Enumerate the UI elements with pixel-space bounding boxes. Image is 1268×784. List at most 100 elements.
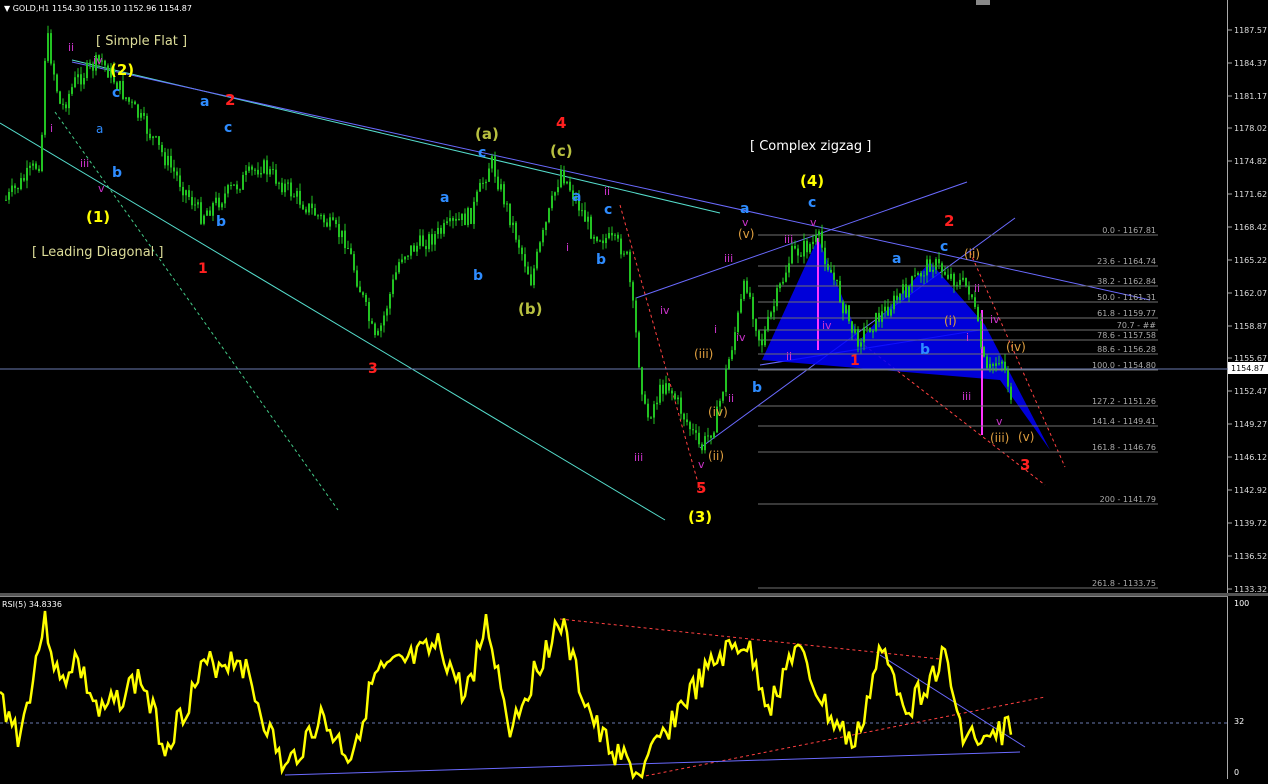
candle-body (830, 269, 832, 273)
red-dashed-left (619, 204, 701, 491)
candle-body (1004, 361, 1006, 371)
triangle-down-icon[interactable]: ▼ (4, 4, 10, 13)
candle-body (542, 230, 544, 243)
fib-label: 61.8 - 1159.77 (1097, 309, 1156, 318)
price-tick-label: 1168.42 (1234, 223, 1267, 232)
candle-body (191, 196, 193, 206)
candle-body (980, 321, 982, 348)
candle-body (794, 245, 796, 249)
candle-body (416, 245, 418, 252)
candle-body (248, 166, 250, 171)
price-tick-label: 1133.32 (1234, 585, 1267, 593)
candle-body (155, 136, 157, 138)
candle-body (71, 87, 73, 94)
candle-body (593, 236, 595, 239)
candle-body (710, 435, 712, 438)
candle-body (713, 432, 715, 438)
candle-body (536, 251, 538, 269)
candle-body (761, 339, 763, 346)
candle-body (173, 167, 175, 172)
rsi-panel[interactable]: RSI(5) 34.8336 (0, 596, 1228, 781)
candle-body (332, 217, 334, 220)
candle-body (902, 284, 904, 294)
candle-body (404, 256, 406, 260)
candle-body (932, 269, 934, 272)
candle-body (308, 203, 310, 213)
close-icon[interactable] (976, 0, 990, 5)
candle-body (302, 204, 304, 210)
candle-body (551, 195, 553, 209)
candle-body (590, 216, 592, 239)
wave-label: v (698, 458, 705, 471)
wave-label: iii (80, 157, 89, 170)
candle-body (422, 235, 424, 247)
candle-body (944, 272, 946, 275)
candle-body (497, 176, 499, 190)
candle-body (914, 275, 916, 277)
candle-body (644, 394, 646, 404)
wave-label: v (98, 182, 105, 195)
candle-body (491, 156, 493, 169)
candle-body (167, 155, 169, 166)
candle-body (410, 245, 412, 256)
wave-label: 5 (696, 479, 706, 497)
candle-body (230, 185, 232, 187)
candle-body (419, 235, 421, 246)
candle-body (518, 239, 520, 248)
candle-body (455, 218, 457, 221)
candle-body (320, 215, 322, 217)
candle-body (566, 181, 568, 184)
candle-body (203, 215, 205, 224)
candle-body (233, 184, 235, 186)
wave-label: c (224, 120, 232, 136)
candle-body (23, 178, 25, 181)
wave-label: c (478, 145, 486, 161)
candle-body (842, 301, 844, 314)
wave-label: a (892, 251, 901, 267)
candle-body (1007, 370, 1009, 387)
candle-body (242, 175, 244, 190)
candle-body (296, 190, 298, 197)
candle-body (257, 169, 259, 175)
wave-label: (2) (110, 61, 134, 79)
candle-body (356, 270, 358, 287)
candle-body (146, 115, 148, 134)
wave-label: (v) (738, 227, 754, 241)
candle-body (5, 199, 7, 201)
candle-body (557, 187, 559, 193)
candle-body (824, 247, 826, 265)
candle-body (686, 419, 688, 423)
price-tick-label: 1149.27 (1234, 420, 1267, 429)
candle-body (350, 248, 352, 255)
candle-body (833, 272, 835, 280)
candle-body (374, 323, 376, 336)
candle-body (890, 309, 892, 316)
candle-body (923, 275, 925, 277)
candle-body (503, 184, 505, 205)
candle-body (11, 185, 13, 192)
wave-label: b (752, 380, 762, 396)
candle-body (179, 175, 181, 187)
candle-body (548, 208, 550, 223)
price-chart-panel[interactable]: 0.0 - 1167.81 23.6 - 1164.74 38.2 - 1162.8… (0, 0, 1228, 593)
price-chart-svg[interactable]: 0.0 - 1167.81 23.6 - 1164.74 38.2 - 1162.8… (0, 0, 1228, 593)
candle-body (299, 190, 301, 205)
candle-body (626, 251, 628, 254)
wave-label: a (572, 189, 581, 205)
candle-body (791, 245, 793, 264)
wave-label: i (966, 331, 969, 344)
candle-body (665, 383, 667, 394)
fib-label: 0.0 - 1167.81 (1102, 226, 1156, 235)
candle-body (275, 169, 277, 184)
candle-body (851, 321, 853, 333)
candle-body (701, 444, 703, 451)
candle-body (206, 210, 208, 216)
candle-body (809, 244, 811, 253)
wave-label: (1) (86, 208, 110, 226)
candle-body (974, 297, 976, 307)
fib-label: 38.2 - 1162.84 (1097, 277, 1156, 286)
candle-body (554, 192, 556, 196)
candle-body (131, 101, 133, 103)
candle-body (746, 280, 748, 293)
wave-label: i (566, 241, 569, 254)
